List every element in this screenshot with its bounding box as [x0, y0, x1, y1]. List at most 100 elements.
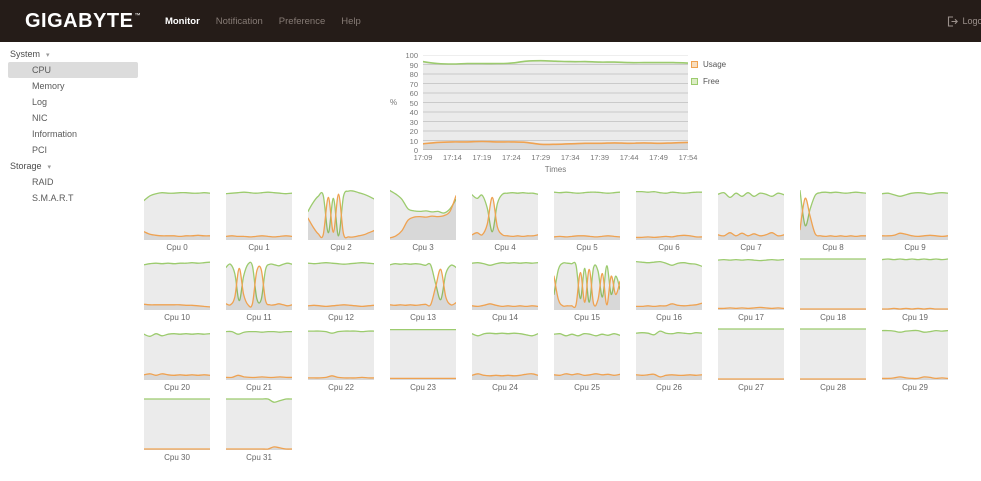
logout-icon — [947, 16, 958, 27]
sidebar-item-pci[interactable]: PCI — [8, 142, 138, 158]
topbar: GIGABYTE™ Monitor Notification Preference H… — [0, 0, 981, 42]
cpu-chart-cell-cpu-12: Cpu 12 — [308, 258, 374, 323]
cpu-mini-chart — [144, 328, 210, 380]
cpu-mini-chart — [882, 328, 948, 380]
cpu-label: Cpu 10 — [164, 313, 190, 323]
main-cpu-chart: % Times 010203040506070809010017:0917:14… — [388, 48, 788, 188]
cpu-chart-cell-cpu-20: Cpu 20 — [144, 328, 210, 393]
cpu-mini-chart — [554, 258, 620, 310]
cpu-chart-cell-cpu-5: Cpu 5 — [554, 188, 620, 253]
x-tick: 17:24 — [502, 153, 521, 162]
cpu-mini-chart — [472, 328, 538, 380]
x-axis-title: Times — [423, 165, 688, 174]
cpu-chart-cell-cpu-26: Cpu 26 — [636, 328, 702, 393]
y-tick: 70 — [392, 80, 418, 89]
sidebar-item-memory[interactable]: Memory — [8, 78, 138, 94]
cpu-label: Cpu 3 — [412, 243, 433, 253]
cpu-label: Cpu 25 — [574, 383, 600, 393]
cpu-mini-chart — [390, 188, 456, 240]
menu-item-notification[interactable]: Notification — [216, 16, 263, 27]
cpu-label: Cpu 26 — [656, 383, 682, 393]
cpu-label: Cpu 17 — [738, 313, 764, 323]
logout-button[interactable]: Logout — [947, 0, 981, 42]
cpu-chart-cell-cpu-14: Cpu 14 — [472, 258, 538, 323]
cpu-mini-chart — [226, 258, 292, 310]
cpu-chart-cell-cpu-18: Cpu 18 — [800, 258, 866, 323]
cpu-label: Cpu 8 — [822, 243, 843, 253]
cpu-mini-chart — [226, 328, 292, 380]
legend-entry-usage: Usage — [691, 60, 726, 69]
sidebar-item-raid[interactable]: RAID — [8, 174, 138, 190]
caret-down-icon: ▾ — [46, 52, 50, 59]
cpu-chart-cell-cpu-16: Cpu 16 — [636, 258, 702, 323]
y-tick: 20 — [392, 127, 418, 136]
cpu-label: Cpu 14 — [492, 313, 518, 323]
sidebar-group-system[interactable]: System ▾ — [0, 46, 140, 62]
legend-label: Usage — [703, 60, 726, 69]
caret-down-icon: ▾ — [48, 164, 52, 171]
cpu-chart-cell-cpu-17: Cpu 17 — [718, 258, 784, 323]
sidebar-item-nic[interactable]: NIC — [8, 110, 138, 126]
y-tick: 40 — [392, 108, 418, 117]
cpu-label: Cpu 20 — [164, 383, 190, 393]
cpu-label: Cpu 15 — [574, 313, 600, 323]
cpu-chart-cell-cpu-3: Cpu 3 — [390, 188, 456, 253]
cpu-mini-chart — [554, 188, 620, 240]
y-tick: 60 — [392, 89, 418, 98]
cpu-chart-cell-cpu-1: Cpu 1 — [226, 188, 292, 253]
x-tick: 17:19 — [472, 153, 491, 162]
x-tick: 17:54 — [679, 153, 698, 162]
sidebar-item-information[interactable]: Information — [8, 126, 138, 142]
menu-item-preference[interactable]: Preference — [279, 16, 325, 27]
main-plot-area — [423, 55, 688, 150]
cpu-chart-cell-cpu-22: Cpu 22 — [308, 328, 374, 393]
sidebar-group-label: Storage — [10, 161, 42, 171]
sidebar-item-cpu[interactable]: CPU — [8, 62, 138, 78]
cpu-chart-cell-cpu-30: Cpu 30 — [144, 398, 210, 463]
cpu-label: Cpu 2 — [330, 243, 351, 253]
cpu-chart-cell-cpu-21: Cpu 21 — [226, 328, 292, 393]
sidebar-item-s-m-a-r-t[interactable]: S.M.A.R.T — [8, 190, 138, 206]
cpu-chart-cell-cpu-0: Cpu 0 — [144, 188, 210, 253]
legend-entry-free: Free — [691, 77, 726, 86]
cpu-mini-chart — [718, 328, 784, 380]
cpu-chart-cell-cpu-23: Cpu 23 — [390, 328, 456, 393]
cpu-label: Cpu 31 — [246, 453, 272, 463]
topbar-menu: Monitor Notification Preference Help — [165, 16, 361, 27]
cpu-mini-chart — [636, 188, 702, 240]
y-tick: 50 — [392, 99, 418, 108]
cpu-label: Cpu 16 — [656, 313, 682, 323]
menu-item-monitor[interactable]: Monitor — [165, 16, 200, 27]
cpu-chart-cell-cpu-11: Cpu 11 — [226, 258, 292, 323]
y-tick: 100 — [392, 51, 418, 60]
cpu-label: Cpu 13 — [410, 313, 436, 323]
sidebar-group-label: System — [10, 49, 40, 59]
cpu-chart-cell-cpu-25: Cpu 25 — [554, 328, 620, 393]
cpu-mini-chart — [226, 188, 292, 240]
sidebar-group-storage[interactable]: Storage ▾ — [0, 158, 140, 174]
cpu-chart-cell-cpu-8: Cpu 8 — [800, 188, 866, 253]
cpu-mini-chart — [308, 328, 374, 380]
sidebar-item-log[interactable]: Log — [8, 94, 138, 110]
logout-label: Logout — [962, 16, 981, 26]
cpu-label: Cpu 28 — [820, 383, 846, 393]
x-tick: 17:49 — [649, 153, 668, 162]
gigabyte-logo: GIGABYTE™ — [25, 10, 141, 33]
cpu-label: Cpu 22 — [328, 383, 354, 393]
cpu-mini-chart — [226, 398, 292, 450]
cpu-chart-cell-cpu-31: Cpu 31 — [226, 398, 292, 463]
cpu-label: Cpu 1 — [248, 243, 269, 253]
cpu-mini-chart — [800, 258, 866, 310]
cpu-mini-chart — [554, 328, 620, 380]
cpu-label: Cpu 5 — [576, 243, 597, 253]
cpu-mini-chart — [718, 258, 784, 310]
cpu-label: Cpu 11 — [246, 313, 271, 323]
y-tick: 30 — [392, 118, 418, 127]
cpu-mini-chart — [472, 258, 538, 310]
cpu-mini-chart — [308, 188, 374, 240]
menu-item-help[interactable]: Help — [341, 16, 361, 27]
x-tick: 17:34 — [561, 153, 580, 162]
cpu-label: Cpu 23 — [410, 383, 436, 393]
cpu-mini-chart — [800, 188, 866, 240]
cpu-label: Cpu 9 — [904, 243, 925, 253]
